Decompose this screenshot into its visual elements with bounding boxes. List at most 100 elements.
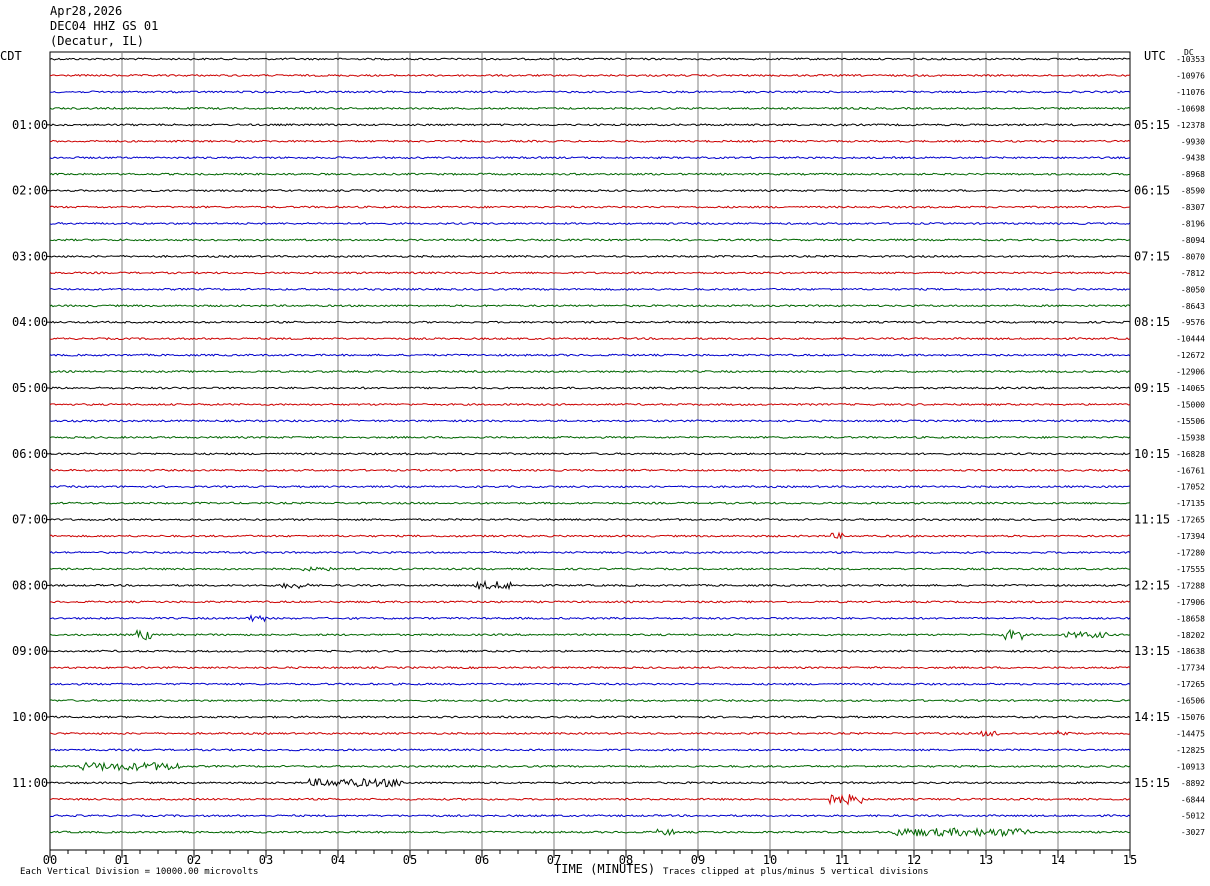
seismogram-trace <box>49 271 1131 275</box>
seismogram-trace <box>49 353 1131 357</box>
seismogram-trace <box>49 579 1130 591</box>
seismogram-trace <box>49 402 1131 406</box>
seismogram-trace <box>49 565 1131 572</box>
dc-offset-label: -16506 <box>1176 697 1205 706</box>
dc-offset-label: -15000 <box>1176 400 1205 409</box>
left-hour-label: 02:00 <box>12 184 48 198</box>
seismogram-trace <box>49 698 1131 703</box>
seismogram-trace <box>49 761 1131 772</box>
left-hour-label: 07:00 <box>12 513 48 527</box>
seismogram-trace <box>49 613 1131 623</box>
seismogram-trace <box>49 485 1131 489</box>
seismogram-trace <box>49 748 1131 752</box>
seismogram-trace <box>49 501 1131 505</box>
left-hour-label: 01:00 <box>12 118 48 132</box>
seismogram-trace <box>49 517 1131 522</box>
dc-offset-label: -12825 <box>1176 746 1205 755</box>
seismogram-trace <box>49 628 1131 642</box>
dc-offset-label: -17288 <box>1176 581 1205 590</box>
seismogram-trace <box>49 793 1131 806</box>
dc-offset-label: -5012 <box>1181 812 1205 821</box>
x-tick-label: 12 <box>907 853 921 867</box>
x-tick-label: 14 <box>1051 853 1065 867</box>
dc-offset-label: -17265 <box>1176 516 1205 525</box>
seismogram-trace <box>49 156 1131 160</box>
left-hour-label: 04:00 <box>12 315 48 329</box>
right-hour-label: 11:15 <box>1134 513 1170 527</box>
dc-offset-label: -8892 <box>1181 779 1205 788</box>
dc-offset-label: -8050 <box>1181 285 1205 294</box>
dc-offset-label: -18202 <box>1176 631 1205 640</box>
dc-offset-label: -10976 <box>1176 71 1205 80</box>
x-tick-label: 10 <box>763 853 777 867</box>
dc-offset-label: -12906 <box>1176 368 1205 377</box>
x-tick-label: 06 <box>475 853 489 867</box>
seismogram-trace <box>50 600 1131 604</box>
seismogram-trace <box>49 188 1131 193</box>
dc-offset-label: -8643 <box>1181 302 1205 311</box>
seismogram-trace <box>49 221 1131 226</box>
dc-offset-label: -7812 <box>1181 269 1205 278</box>
dc-offset-label: -15506 <box>1176 417 1205 426</box>
left-hour-label: 05:00 <box>12 381 48 395</box>
seismogram-trace <box>49 369 1131 374</box>
right-hour-label: 06:15 <box>1134 184 1170 198</box>
dc-offset-label: -8070 <box>1181 252 1205 261</box>
seismogram-trace <box>49 468 1131 472</box>
x-axis-label: TIME (MINUTES) <box>554 862 656 876</box>
right-hour-label: 07:15 <box>1134 249 1170 263</box>
plot-frame <box>49 51 1131 851</box>
seismogram-trace <box>49 729 1131 738</box>
seismogram-trace <box>50 90 1131 94</box>
dc-offset-label: -10698 <box>1176 104 1205 113</box>
dc-offset-label: -6844 <box>1181 795 1205 804</box>
dc-offset-label: -15938 <box>1176 433 1205 442</box>
dc-offset-label: -17052 <box>1176 483 1205 492</box>
right-hour-label: 10:15 <box>1134 447 1170 461</box>
dc-offset-label: -12378 <box>1176 121 1205 130</box>
left-hour-label: 06:00 <box>12 447 48 461</box>
dc-offset-label: -16828 <box>1176 450 1205 459</box>
dc-offset-label: -8094 <box>1181 236 1205 245</box>
seismogram-trace <box>49 777 1131 788</box>
x-tick-label: 05 <box>403 853 417 867</box>
seismogram-trace <box>49 123 1131 127</box>
seismogram-trace <box>49 452 1131 456</box>
dc-offset-label: -17394 <box>1176 532 1205 541</box>
left-hour-label: 09:00 <box>12 644 48 658</box>
right-hour-label: 08:15 <box>1134 315 1170 329</box>
x-tick-label: 03 <box>259 853 273 867</box>
scale-footnote: Each Vertical Division = 10000.00 microv… <box>20 867 259 877</box>
seismogram-trace <box>50 666 1131 670</box>
seismogram-trace <box>49 73 1131 78</box>
x-tick-label: 04 <box>331 853 345 867</box>
dc-offset-label: -17906 <box>1176 598 1205 607</box>
dc-offset-label: -9576 <box>1181 318 1205 327</box>
clip-footnote: Traces clipped at plus/minus 5 vertical … <box>663 867 929 877</box>
dc-offset-label: -8307 <box>1181 203 1205 212</box>
dc-offset-label: -17734 <box>1176 664 1205 673</box>
seismogram-trace <box>49 106 1131 110</box>
dc-offset-label: -18658 <box>1176 614 1205 623</box>
dc-offset-label: -14475 <box>1176 729 1205 738</box>
left-hour-label: 11:00 <box>12 776 48 790</box>
seismogram-trace <box>49 172 1131 176</box>
seismogram-trace <box>49 826 1131 838</box>
dc-offset-label: -10353 <box>1176 55 1205 64</box>
x-tick-label: 01 <box>115 853 129 867</box>
seismogram-trace <box>49 649 1131 653</box>
right-hour-label: 13:15 <box>1134 644 1170 658</box>
dc-offset-label: -8968 <box>1181 170 1205 179</box>
seismogram-trace <box>49 682 1131 686</box>
dc-offset-label: -11076 <box>1176 88 1205 97</box>
right-hour-label: 09:15 <box>1134 381 1170 395</box>
dc-offset-label: -9438 <box>1181 154 1205 163</box>
seismogram-trace <box>49 550 1131 555</box>
right-hour-label: 14:15 <box>1134 710 1170 724</box>
left-hour-label: 03:00 <box>12 249 48 263</box>
x-tick-label: 11 <box>835 853 849 867</box>
seismogram-trace <box>49 419 1131 423</box>
seismogram-trace <box>49 715 1131 719</box>
dc-offset-label: -17280 <box>1176 549 1205 558</box>
seismogram-trace <box>49 386 1131 390</box>
